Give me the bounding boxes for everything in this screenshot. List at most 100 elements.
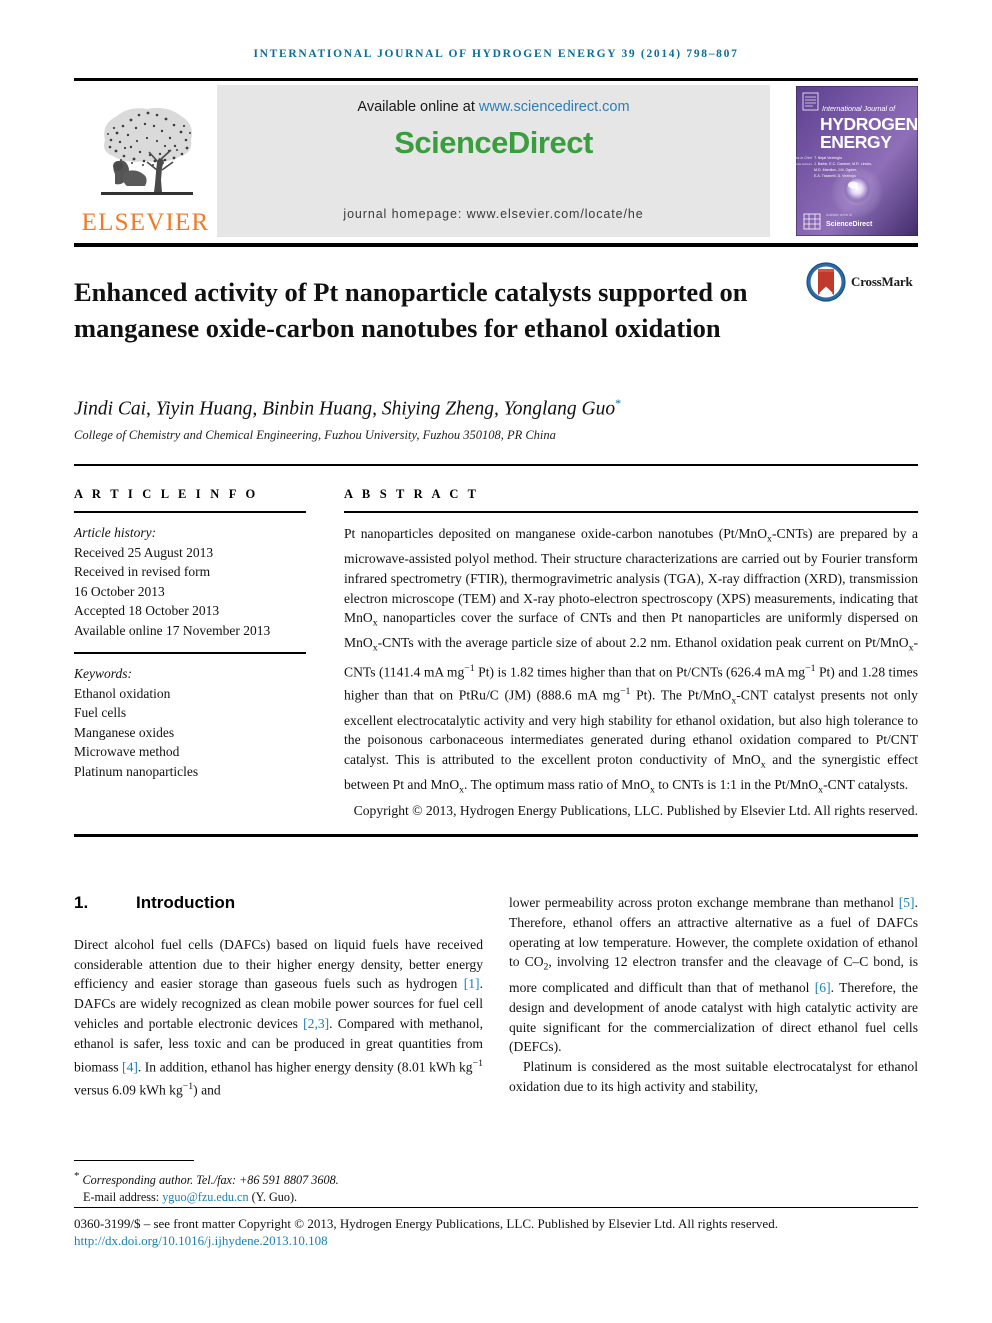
body-text: . In addition, ethanol has higher energy… <box>137 1059 473 1075</box>
author-list: Jindi Cai, Yiyin Huang, Binbin Huang, Sh… <box>74 396 874 421</box>
keyword-item: Fuel cells <box>74 705 127 720</box>
keywords-label: Keywords: <box>74 666 132 681</box>
keyword-item: Platinum nanoparticles <box>74 763 199 779</box>
superscript-minus-one: −1 <box>464 662 475 674</box>
journal-cover-thumbnail[interactable]: International Journal of HYDROGEN ENERGY… <box>774 85 918 237</box>
superscript-minus-one: −1 <box>182 1080 194 1092</box>
available-online-label: Available online at <box>357 99 479 115</box>
footer-doi-link[interactable]: http://dx.doi.org/10.1016/j.ijhydene.201… <box>74 1233 924 1249</box>
article-history-label: Article history: <box>74 525 157 540</box>
abstract-section: A B S T R A C T Pt nanoparticles deposit… <box>344 487 918 820</box>
header-rule <box>74 78 918 81</box>
citation-ref-6[interactable]: [6] <box>815 980 831 995</box>
article-history-item: Received 25 August 2013 <box>74 544 214 560</box>
svg-text:Associate Editors: Associate Editors <box>796 162 812 166</box>
svg-text:ScienceDirect: ScienceDirect <box>826 221 873 228</box>
footnote-rule <box>74 1160 194 1161</box>
keywords-block: Keywords: Ethanol oxidation Fuel cells M… <box>74 664 306 781</box>
article-history-item: 16 October 2013 <box>74 583 165 599</box>
journal-article-page: International Journal of Hydrogen Energy… <box>0 0 992 1323</box>
footer-copyright: 0360-3199/$ – see front matter Copyright… <box>74 1216 778 1231</box>
affiliation: College of Chemistry and Chemical Engine… <box>74 428 556 442</box>
footnote-star: * <box>74 1170 80 1182</box>
abstract-text: Pt nanoparticles deposited on manganese … <box>344 526 768 541</box>
superscript-minus-one: −1 <box>472 1057 483 1069</box>
citation-ref-2-3[interactable]: [2,3] <box>303 1016 329 1031</box>
masthead-bottom-rule <box>74 243 918 247</box>
body-text: Direct alcohol fuel cells (DAFCs) based … <box>74 936 483 992</box>
svg-text:Available online at: Available online at <box>826 213 852 217</box>
crossmark-badge[interactable]: CrossMark <box>806 261 924 303</box>
page-title: Enhanced activity of Pt nanoparticle cat… <box>74 276 748 343</box>
abstract-text: -CNTs with the average particle size of … <box>377 635 909 651</box>
keyword-item: Microwave method <box>74 744 180 759</box>
svg-text:T. Nejat Veziroglu: T. Nejat Veziroglu <box>814 156 842 160</box>
article-history-item: Received in revised form <box>74 564 211 579</box>
email-note: E-mail address: yguo@fzu.edu.cn (Y. Guo)… <box>74 1189 494 1206</box>
available-online-line: Available online at www.sciencedirect.co… <box>217 99 770 115</box>
superscript-minus-one: −1 <box>805 662 816 674</box>
corresponding-author-marker: * <box>615 396 622 410</box>
svg-text:ENERGY: ENERGY <box>820 132 892 152</box>
abstract-text: Pt) is 1.82 times higher than that on Pt… <box>474 664 806 680</box>
sciencedirect-link[interactable]: www.sciencedirect.com <box>479 99 630 115</box>
footer-rule <box>74 1207 918 1208</box>
article-info-section: A R T I C L E I N F O Article history: R… <box>74 487 306 781</box>
abstract-heading: A B S T R A C T <box>344 487 480 501</box>
body-text: ) and <box>193 1082 221 1098</box>
article-info-rule <box>74 511 306 513</box>
abstract-text: -CNT catalysts. <box>823 777 909 793</box>
abstract-body: Pt nanoparticles deposited on manganese … <box>344 524 918 801</box>
article-info-heading: A R T I C L E I N F O <box>74 487 259 501</box>
abstract-copyright: Copyright © 2013, Hydrogen Energy Public… <box>353 802 918 818</box>
abstract-text: . The optimum mass ratio of MnO <box>464 777 650 793</box>
email-label: E-mail address: <box>83 1190 163 1205</box>
elsevier-logo: ELSEVIER <box>74 85 217 237</box>
elsevier-tree-icon <box>86 100 205 208</box>
journal-homepage-line[interactable]: journal homepage: www.elsevier.com/locat… <box>217 207 770 221</box>
citation-ref-1[interactable]: [1] <box>464 976 480 991</box>
email-link[interactable]: yguo@fzu.edu.cn <box>162 1190 248 1204</box>
masthead: ELSEVIER Available online at www.science… <box>74 85 918 237</box>
section-heading-introduction: 1. Introduction <box>74 893 483 913</box>
article-history-item: Available online 17 November 2013 <box>74 622 271 638</box>
sciencedirect-logo: ScienceDirect <box>394 125 593 160</box>
article-history-block: Article history: Received 25 August 2013… <box>74 523 306 640</box>
abstract-bottom-rule <box>74 834 918 837</box>
sciencedirect-band: Available online at www.sciencedirect.co… <box>217 85 770 237</box>
footnote-block: * Corresponding author. Tel./fax: +86 59… <box>74 1168 494 1206</box>
keyword-item: Manganese oxides <box>74 724 175 740</box>
body-text: lower permeability across proton exchang… <box>509 895 899 910</box>
abstract-rule <box>344 511 918 513</box>
email-suffix: (Y. Guo). <box>248 1190 298 1205</box>
svg-text:J. Barbir, E.C. Gardner, M.R.: J. Barbir, E.C. Gardner, M.R. Lincks, <box>814 162 872 166</box>
author-names: Jindi Cai, Yiyin Huang, Binbin Huang, Sh… <box>74 398 616 420</box>
section-number: 1. <box>74 893 89 912</box>
elsevier-wordmark: ELSEVIER <box>81 209 210 236</box>
corresponding-author-text: Corresponding author. Tel./fax: +86 591 … <box>82 1173 339 1188</box>
abstract-text: Pt). The Pt/MnO <box>630 687 732 703</box>
svg-text:HYDROGEN: HYDROGEN <box>820 114 918 134</box>
abstract-text: to CNTs is 1:1 in the Pt/MnO <box>654 777 819 793</box>
svg-text:International Journal of: International Journal of <box>822 104 896 113</box>
crossmark-icon <box>806 262 846 302</box>
keyword-item: Ethanol oxidation <box>74 685 171 701</box>
crossmark-label: CrossMark <box>851 274 913 289</box>
journal-cover-image: International Journal of HYDROGEN ENERGY… <box>796 86 918 236</box>
citation-ref-5[interactable]: [5] <box>899 895 915 910</box>
body-column-right: lower permeability across proton exchang… <box>509 893 918 1097</box>
authors-bottom-rule <box>74 464 918 466</box>
article-history-item: Accepted 18 October 2013 <box>74 603 220 618</box>
body-column-left: 1. Introduction Direct alcohol fuel cells… <box>74 893 483 1100</box>
running-head: International Journal of Hydrogen Energy… <box>253 48 739 60</box>
citation-ref-4[interactable]: [4] <box>122 1059 138 1074</box>
intro-paragraph-right-2: Platinum is considered as the most suita… <box>509 1059 918 1094</box>
intro-paragraph-right: lower permeability across proton exchang… <box>509 893 918 1057</box>
intro-paragraph-left: Direct alcohol fuel cells (DAFCs) based … <box>74 935 483 1100</box>
keywords-rule <box>74 652 306 654</box>
corresponding-author-note: * Corresponding author. Tel./fax: +86 59… <box>74 1168 494 1189</box>
section-title: Introduction <box>136 893 236 912</box>
body-text: versus 6.09 kWh kg <box>74 1082 183 1098</box>
superscript-minus-one: −1 <box>620 685 631 697</box>
svg-text:Editor-in-Chief: Editor-in-Chief <box>796 156 812 160</box>
